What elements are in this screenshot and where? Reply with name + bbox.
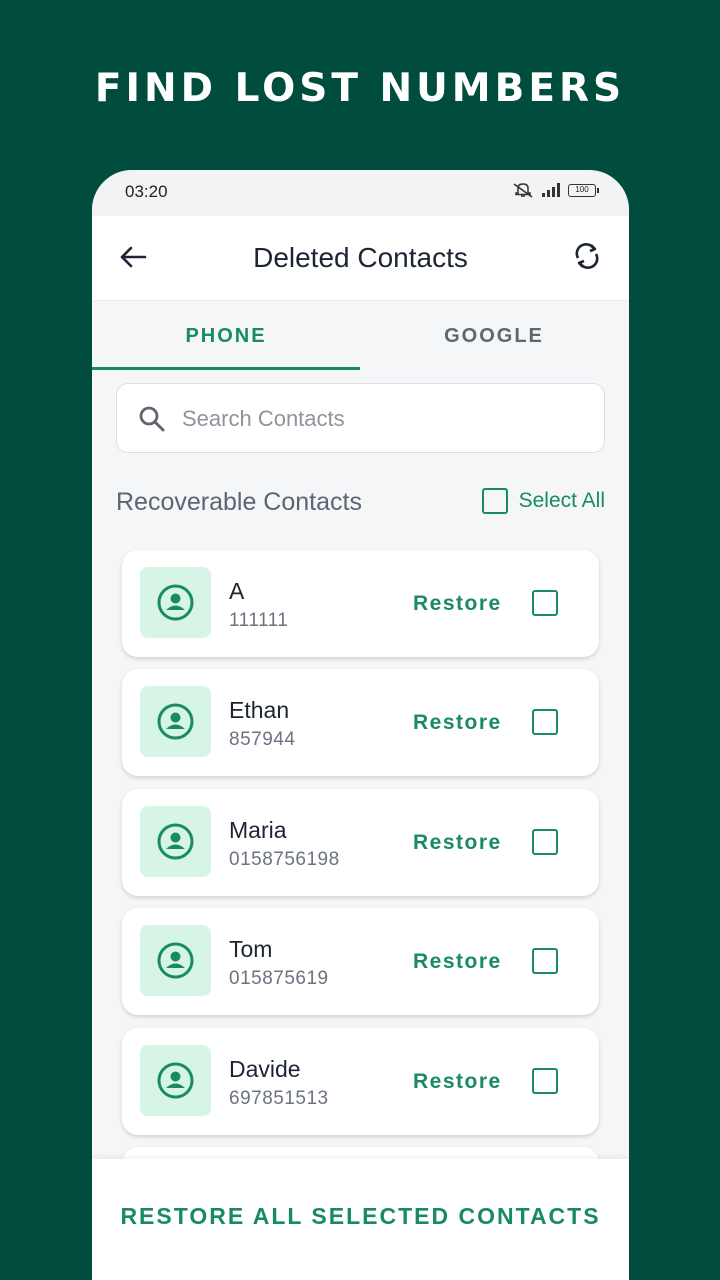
- contact-number: 111111: [229, 610, 289, 631]
- tab-indicator: [92, 367, 360, 370]
- status-bar: 03:20 100: [92, 170, 629, 216]
- person-icon: [157, 823, 194, 860]
- contact-card: Tom 015875619 Restore: [122, 908, 599, 1015]
- contact-name: Davide: [229, 1056, 301, 1082]
- avatar: [140, 806, 211, 877]
- search-input[interactable]: Search Contacts: [116, 383, 605, 453]
- avatar: [140, 1045, 211, 1116]
- contact-number: 0158756198: [229, 849, 340, 870]
- contact-card: A 111111 Restore: [122, 550, 599, 657]
- bottom-action-bar: RESTORE ALL SELECTED CONTACTS: [92, 1159, 629, 1280]
- tab-bar: PHONE GOOGLE: [92, 301, 629, 371]
- tab-google[interactable]: GOOGLE: [360, 301, 628, 371]
- restore-button[interactable]: Restore: [413, 592, 502, 616]
- contact-checkbox[interactable]: [532, 829, 558, 855]
- tab-phone[interactable]: PHONE: [92, 301, 360, 371]
- person-icon: [157, 703, 194, 740]
- promo-headline: FIND LOST NUMBERS: [94, 66, 626, 111]
- mute-icon: [513, 183, 533, 198]
- contact-card: Maria 0158756198 Restore: [122, 789, 599, 896]
- contact-checkbox[interactable]: [532, 948, 558, 974]
- sync-icon[interactable]: [571, 240, 603, 272]
- restore-all-button[interactable]: RESTORE ALL SELECTED CONTACTS: [92, 1203, 629, 1230]
- contact-name: Tom: [229, 936, 273, 962]
- contact-number: 857944: [229, 729, 296, 750]
- restore-button[interactable]: Restore: [413, 831, 502, 855]
- contact-card: Davide 697851513 Restore: [122, 1028, 599, 1135]
- phone-frame: 03:20 100 Deleted Contacts PHONE GOOGLE …: [92, 170, 629, 1280]
- person-icon: [157, 584, 194, 621]
- contact-checkbox[interactable]: [532, 1068, 558, 1094]
- contact-name: Ethan: [229, 697, 290, 723]
- contact-name: A: [229, 578, 245, 604]
- page-title: Deleted Contacts: [253, 242, 468, 273]
- contact-checkbox[interactable]: [532, 709, 558, 735]
- person-icon: [157, 942, 194, 979]
- avatar: [140, 925, 211, 996]
- contact-card: Ethan 857944 Restore: [122, 669, 599, 776]
- select-all-label: Select All: [518, 489, 605, 512]
- avatar: [140, 567, 211, 638]
- search-placeholder: Search Contacts: [182, 406, 345, 431]
- restore-button[interactable]: Restore: [413, 711, 502, 735]
- select-all-checkbox[interactable]: [481, 488, 508, 514]
- person-icon: [157, 1062, 194, 1099]
- avatar: [140, 686, 211, 757]
- contact-checkbox[interactable]: [532, 590, 558, 616]
- contact-number: 015875619: [229, 968, 329, 989]
- contact-number: 697851513: [229, 1088, 329, 1109]
- status-icons: 100: [512, 182, 599, 198]
- section-title: Recoverable Contacts: [116, 488, 362, 516]
- restore-button[interactable]: Restore: [413, 1070, 502, 1094]
- contact-name: Maria: [229, 817, 287, 843]
- restore-button[interactable]: Restore: [413, 950, 502, 974]
- select-all[interactable]: Select All: [481, 488, 605, 514]
- app-bar: Deleted Contacts: [92, 216, 629, 300]
- search-icon: [139, 406, 165, 432]
- signal-icon: [542, 183, 560, 197]
- status-time: 03:20: [125, 182, 168, 201]
- battery-icon: 100: [568, 183, 599, 197]
